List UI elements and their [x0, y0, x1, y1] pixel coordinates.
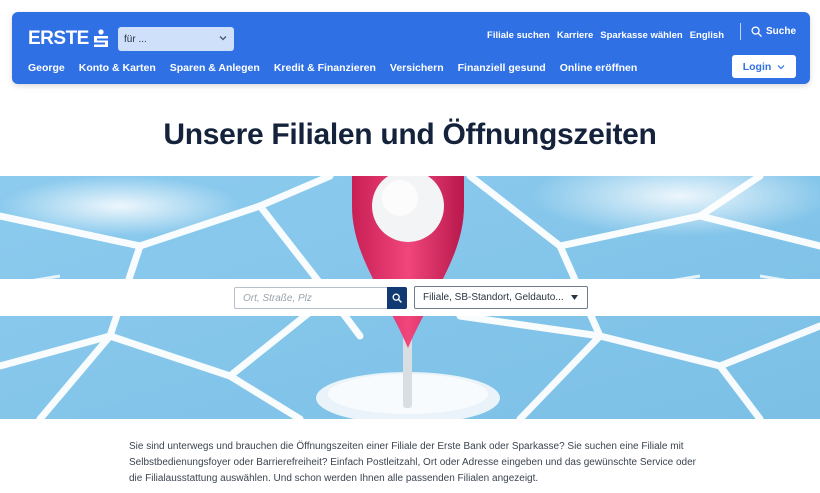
chevron-down-icon: [777, 64, 785, 69]
top-link-filiale-suchen[interactable]: Filiale suchen: [487, 30, 550, 41]
search-link-label: Suche: [766, 26, 797, 37]
header-divider: [740, 23, 741, 40]
nav-item-george[interactable]: George: [28, 62, 65, 74]
login-button[interactable]: Login: [732, 55, 796, 78]
sparkasse-s-icon: [93, 29, 108, 47]
nav-item-versichern[interactable]: Versichern: [390, 62, 444, 74]
caret-down-icon: [571, 295, 578, 300]
for-select-value: für ...: [124, 33, 147, 45]
search-icon: [751, 26, 762, 37]
nav-item-kredit-finanzieren[interactable]: Kredit & Finanzieren: [274, 62, 376, 74]
nav-item-sparen-anlegen[interactable]: Sparen & Anlegen: [170, 62, 260, 74]
search-link[interactable]: Suche: [751, 26, 796, 37]
filiale-search-bar: Filiale, SB-Standort, Geldauto...: [0, 279, 820, 316]
login-button-label: Login: [742, 60, 772, 73]
nav-item-konto-karten[interactable]: Konto & Karten: [79, 62, 156, 74]
top-links: Filiale suchen Karriere Sparkasse wählen…: [480, 27, 724, 43]
top-link-english[interactable]: English: [690, 30, 724, 41]
chevron-down-icon: [219, 36, 227, 41]
nav-item-online-eroeffnen[interactable]: Online eröffnen: [560, 62, 638, 74]
location-type-select-value: Filiale, SB-Standort, Geldauto...: [423, 292, 564, 303]
intro-text: Sie sind unterwegs und brauchen die Öffn…: [129, 441, 697, 484]
location-search-input[interactable]: [234, 287, 387, 309]
site-header: ERSTE für ... Filiale suchen Karriere Sp…: [12, 12, 810, 84]
location-search-button[interactable]: [387, 287, 407, 309]
erste-logo[interactable]: ERSTE: [28, 28, 110, 50]
top-link-karriere[interactable]: Karriere: [557, 30, 593, 41]
nav-item-finanziell-gesund[interactable]: Finanziell gesund: [458, 62, 546, 74]
logo-text: ERSTE: [28, 28, 89, 49]
location-type-select[interactable]: Filiale, SB-Standort, Geldauto...: [414, 286, 588, 309]
page-title: Unsere Filialen und Öffnungszeiten: [163, 118, 657, 151]
for-select[interactable]: für ...: [118, 27, 234, 51]
main-nav: George Konto & Karten Sparen & Anlegen K…: [28, 61, 651, 75]
search-icon: [392, 293, 402, 303]
top-link-sparkasse-waehlen[interactable]: Sparkasse wählen: [600, 30, 682, 41]
